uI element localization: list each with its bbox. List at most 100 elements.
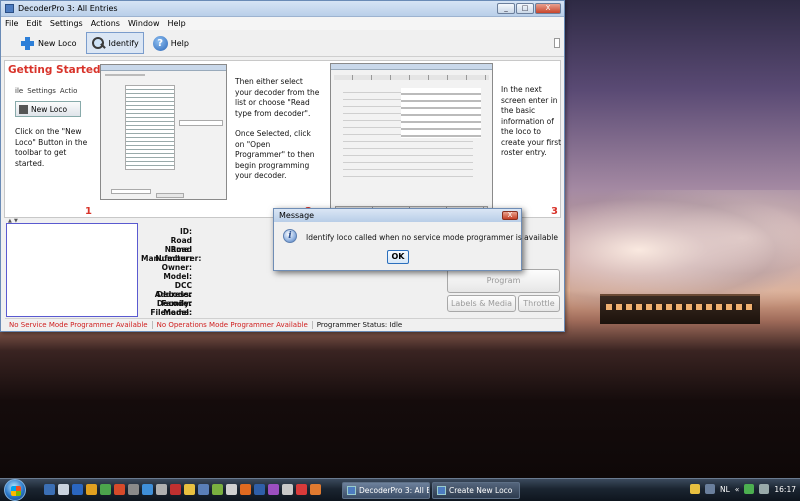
start-button[interactable] [4,479,26,501]
quicklaunch-icon[interactable] [100,484,111,495]
new-loco-button[interactable]: New Loco [15,32,82,54]
help-button[interactable]: ? Help [148,32,194,54]
menu-edit[interactable]: Edit [26,19,42,28]
close-button[interactable]: X [535,3,561,14]
message-dialog: Message X i Identify loco called when no… [273,208,558,271]
task-label: Create New Loco [449,486,513,495]
quicklaunch-icon[interactable] [212,484,223,495]
quick-launch [44,484,321,495]
identify-label: Identify [108,38,139,48]
step2b-text: Once Selected, click on "Open Programmer… [235,129,315,180]
window-title: DecoderPro 3: All Entries [18,4,118,13]
ops-mode-status: No Operations Mode Programmer Available [153,320,313,329]
new-loco-sample-image: New Loco [15,101,81,117]
menu-help[interactable]: Help [167,19,185,28]
roster-entry-screenshot [330,63,493,219]
menu-file[interactable]: File [5,19,18,28]
decoderpro-task-icon [347,486,356,495]
volume-icon[interactable] [759,484,770,494]
system-tray: NL « 16:17 [689,484,796,494]
app-icon [5,4,14,13]
info-icon: i [283,229,297,243]
dialog-message: Identify loco called when no service mod… [306,233,559,242]
quicklaunch-icon[interactable] [142,484,153,495]
dialog-ok-button[interactable]: OK [387,250,409,264]
quicklaunch-icon[interactable] [282,484,293,495]
dialog-title[interactable]: Message [274,209,521,222]
step3-number: 3 [551,206,558,217]
taskbar-create-new-loco[interactable]: Create New Loco [432,482,520,499]
quicklaunch-icon[interactable] [58,484,69,495]
quicklaunch-icon[interactable] [198,484,209,495]
identify-button[interactable]: Identify [85,32,144,54]
quicklaunch-icon[interactable] [156,484,167,495]
service-mode-status: No Service Mode Programmer Available [5,320,153,329]
decoder-selection-screenshot [100,64,227,200]
quicklaunch-icon[interactable] [254,484,265,495]
sample-new-loco-label: New Loco [31,104,68,114]
minimize-button[interactable]: _ [497,3,515,14]
plus-icon [20,36,35,51]
getting-started-panel: Getting Started ile Settings Actio New L… [4,60,562,219]
dialog-close-button[interactable]: X [502,211,518,220]
field-filename-label: Filename: [150,308,192,317]
help-label: Help [170,38,189,48]
task-label: DecoderPro 3: All Ent... [359,486,429,495]
window-controls: _ □ X [497,3,561,14]
wallpaper-train [600,294,760,324]
menu-sample-image: ile Settings Actio [15,87,77,95]
step1-number: 1 [85,206,92,217]
field-model-label: Model: [163,272,192,281]
throttle-button[interactable]: Throttle [518,295,560,312]
status-bar: No Service Mode Programmer Available No … [5,318,562,330]
step3-text: In the next screen enter in the basic in… [501,85,562,157]
program-button[interactable]: Program [447,269,560,293]
show-hidden-icons[interactable]: « [735,485,740,494]
maximize-button[interactable]: □ [516,3,534,14]
tray-icon[interactable] [689,484,700,494]
step1-text: Click on the "New Loco" Button in the to… [15,127,88,168]
window-titlebar[interactable]: DecoderPro 3: All Entries _ □ X [1,1,564,17]
taskbar-decoderpro[interactable]: DecoderPro 3: All Ent... [342,482,430,499]
menu-actions[interactable]: Actions [91,19,120,28]
toolbar-handle[interactable] [554,38,560,48]
menu-bar: File Edit Settings Actions Window Help [1,17,564,30]
quicklaunch-icon[interactable] [296,484,307,495]
menu-settings[interactable]: Settings [50,19,83,28]
labels-media-button[interactable]: Labels & Media [447,295,516,312]
quicklaunch-icon[interactable] [72,484,83,495]
sample-loco-icon [19,104,28,114]
menu-window[interactable]: Window [128,19,160,28]
quicklaunch-icon[interactable] [44,484,55,495]
quicklaunch-icon[interactable] [184,484,195,495]
taskbar: DecoderPro 3: All Ent... Create New Loco… [0,478,800,501]
quicklaunch-icon[interactable] [226,484,237,495]
field-id-label: ID: [179,227,192,236]
quicklaunch-icon[interactable] [170,484,181,495]
help-icon: ? [152,35,168,51]
quicklaunch-icon[interactable] [310,484,321,495]
programmer-status: Programmer Status: Idle [316,320,403,329]
new-loco-label: New Loco [38,38,77,48]
getting-started-title: Getting Started [8,64,101,76]
quicklaunch-icon[interactable] [114,484,125,495]
clock[interactable]: 16:17 [774,485,796,494]
create-loco-task-icon [437,486,446,495]
loco-image-box [6,223,138,317]
quicklaunch-icon[interactable] [86,484,97,495]
sample-menu-settings: Settings [27,87,56,95]
quicklaunch-icon[interactable] [128,484,139,495]
network-icon[interactable] [744,484,755,494]
quicklaunch-icon[interactable] [268,484,279,495]
tray-icon[interactable] [704,484,715,494]
wallpaper-steam-cloud [570,190,800,310]
language-indicator[interactable]: NL [720,485,730,494]
sample-menu-file: ile [15,87,24,95]
quicklaunch-icon[interactable] [240,484,251,495]
field-owner-label: Owner: [161,263,192,272]
magnifier-icon [91,36,106,51]
field-manufacturer-label: Manufacturer: [141,254,202,263]
decoderpro-window: DecoderPro 3: All Entries _ □ X File Edi… [0,0,565,332]
toolbar: New Loco Identify ? Help [1,30,564,57]
sample-menu-actions: Actio [59,87,78,95]
